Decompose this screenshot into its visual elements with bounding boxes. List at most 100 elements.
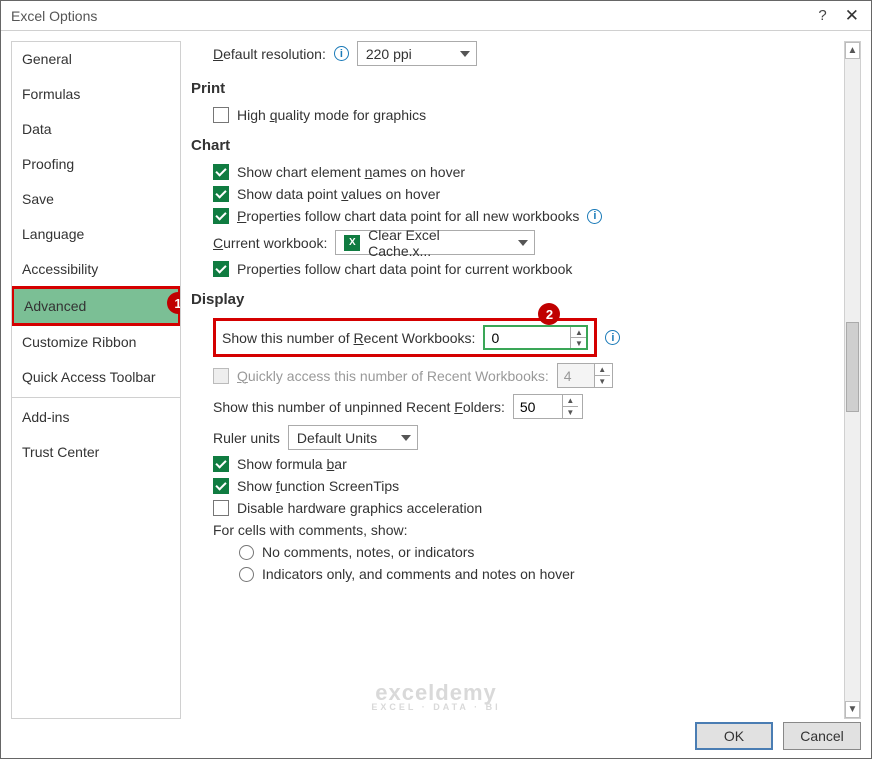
titlebar: Excel Options ? ✕: [1, 1, 871, 31]
annotation-badge-2: 2: [538, 303, 560, 325]
sidebar-separator: [12, 397, 180, 398]
sidebar-item-label: Advanced: [24, 298, 86, 314]
default-resolution-label: Default resolution:: [213, 46, 326, 62]
info-icon[interactable]: i: [605, 330, 620, 345]
comments-label: For cells with comments, show:: [213, 522, 408, 538]
sidebar-item-quick-access-toolbar[interactable]: Quick Access Toolbar: [12, 360, 180, 395]
spinner-buttons: ▲▼: [594, 364, 610, 387]
checkbox-chart-values[interactable]: [213, 186, 229, 202]
current-workbook-label: Current workbook:: [213, 235, 327, 251]
ruler-units-combo[interactable]: Default Units: [288, 425, 418, 450]
recent-workbooks-input[interactable]: [485, 327, 570, 348]
radio-no-comments[interactable]: [239, 545, 254, 560]
current-workbook-row: Current workbook: X Clear Excel Cache.x.…: [213, 230, 843, 255]
ok-button[interactable]: OK: [695, 722, 773, 750]
chart-values-label: Show data point values on hover: [237, 186, 440, 202]
screentips-row[interactable]: Show function ScreenTips: [213, 478, 843, 494]
quick-access-spinner: ▲▼: [557, 363, 613, 388]
chevron-down-icon: [518, 240, 528, 246]
high-quality-row[interactable]: High quality mode for graphics: [213, 107, 843, 123]
ruler-units-label: Ruler units: [213, 430, 280, 446]
recent-folders-label: Show this number of unpinned Recent Fold…: [213, 399, 505, 415]
chart-props-current-label: Properties follow chart data point for c…: [237, 261, 572, 277]
help-icon[interactable]: ?: [818, 7, 826, 24]
checkbox-quick-access: [213, 368, 229, 384]
high-quality-label: High quality mode for graphics: [237, 107, 426, 123]
checkbox-chart-names[interactable]: [213, 164, 229, 180]
checkbox-screentips[interactable]: [213, 478, 229, 494]
chart-names-label: Show chart element names on hover: [237, 164, 465, 180]
window-controls: ? ✕: [818, 6, 863, 26]
scroll-down-icon[interactable]: ▼: [845, 701, 860, 718]
window-title: Excel Options: [11, 8, 97, 24]
current-workbook-combo[interactable]: X Clear Excel Cache.x...: [335, 230, 535, 255]
checkbox-formula-bar[interactable]: [213, 456, 229, 472]
combo-value: Clear Excel Cache.x...: [368, 227, 504, 259]
annotation-badge-1: 1: [167, 292, 181, 314]
info-icon[interactable]: i: [334, 46, 349, 61]
chevron-down-icon: [460, 51, 470, 57]
content-pane: Default resolution: i 220 ppi Print High…: [191, 41, 861, 719]
chart-props-new-label: Properties follow chart data point for a…: [237, 208, 579, 224]
chart-names-row[interactable]: Show chart element names on hover: [213, 164, 843, 180]
vertical-scrollbar[interactable]: ▲ ▼: [844, 41, 861, 719]
recent-workbooks-label: Show this number of Recent Workbooks:: [222, 330, 475, 346]
comments-opt1-label: No comments, notes, or indicators: [262, 544, 474, 560]
screentips-label: Show function ScreenTips: [237, 478, 399, 494]
close-icon[interactable]: ✕: [841, 6, 863, 26]
checkbox-chart-props-current[interactable]: [213, 261, 229, 277]
disable-hw-label: Disable hardware graphics acceleration: [237, 500, 482, 516]
cancel-button[interactable]: Cancel: [783, 722, 861, 750]
recent-folders-input[interactable]: [514, 395, 562, 418]
combo-value: 220 ppi: [366, 46, 412, 62]
formula-bar-label: Show formula bar: [237, 456, 347, 472]
comments-opt2-label: Indicators only, and comments and notes …: [262, 566, 575, 582]
comments-opt1-row[interactable]: No comments, notes, or indicators: [239, 544, 843, 560]
sidebar-item-save[interactable]: Save: [12, 182, 180, 217]
recent-folders-row: Show this number of unpinned Recent Fold…: [213, 394, 843, 419]
sidebar-item-accessibility[interactable]: Accessibility: [12, 252, 180, 287]
dialog-footer: OK Cancel: [695, 722, 861, 750]
recent-workbooks-row: Show this number of Recent Workbooks: ▲▼…: [213, 318, 843, 357]
sidebar-item-trust-center[interactable]: Trust Center: [12, 435, 180, 470]
chevron-down-icon: [401, 435, 411, 441]
checkbox-chart-props-new[interactable]: [213, 208, 229, 224]
spinner-buttons[interactable]: ▲▼: [562, 395, 578, 418]
sidebar-item-data[interactable]: Data: [12, 112, 180, 147]
quick-access-row: Quickly access this number of Recent Wor…: [213, 363, 843, 388]
recent-folders-spinner[interactable]: ▲▼: [513, 394, 583, 419]
checkbox-disable-hw[interactable]: [213, 500, 229, 516]
sidebar: General Formulas Data Proofing Save Lang…: [11, 41, 181, 719]
formula-bar-row[interactable]: Show formula bar: [213, 456, 843, 472]
chart-values-row[interactable]: Show data point values on hover: [213, 186, 843, 202]
ruler-units-row: Ruler units Default Units: [213, 425, 843, 450]
sidebar-item-proofing[interactable]: Proofing: [12, 147, 180, 182]
comments-opt2-row[interactable]: Indicators only, and comments and notes …: [239, 566, 843, 582]
quick-access-label: Quickly access this number of Recent Wor…: [237, 368, 549, 384]
main-area: General Formulas Data Proofing Save Lang…: [1, 31, 871, 719]
checkbox-high-quality[interactable]: [213, 107, 229, 123]
sidebar-item-customize-ribbon[interactable]: Customize Ribbon: [12, 325, 180, 360]
section-display: Display: [191, 291, 843, 308]
disable-hw-row[interactable]: Disable hardware graphics acceleration: [213, 500, 843, 516]
default-resolution-row: Default resolution: i 220 ppi: [213, 41, 843, 66]
combo-value: Default Units: [297, 430, 377, 446]
quick-access-input: [558, 364, 594, 387]
sidebar-item-language[interactable]: Language: [12, 217, 180, 252]
sidebar-item-general[interactable]: General: [12, 42, 180, 77]
chart-props-current-row[interactable]: Properties follow chart data point for c…: [213, 261, 843, 277]
excel-file-icon: X: [344, 235, 360, 251]
section-print: Print: [191, 80, 843, 97]
sidebar-item-formulas[interactable]: Formulas: [12, 77, 180, 112]
chart-props-new-row[interactable]: Properties follow chart data point for a…: [213, 208, 843, 224]
annotation-box-2: Show this number of Recent Workbooks: ▲▼…: [213, 318, 597, 357]
radio-indicators-only[interactable]: [239, 567, 254, 582]
scroll-up-icon[interactable]: ▲: [845, 42, 860, 59]
sidebar-item-add-ins[interactable]: Add-ins: [12, 400, 180, 435]
recent-workbooks-spinner[interactable]: ▲▼: [483, 325, 588, 350]
default-resolution-combo[interactable]: 220 ppi: [357, 41, 477, 66]
sidebar-item-advanced[interactable]: Advanced 1: [11, 286, 181, 326]
scroll-thumb[interactable]: [846, 322, 859, 412]
info-icon[interactable]: i: [587, 209, 602, 224]
spinner-buttons[interactable]: ▲▼: [570, 327, 586, 348]
